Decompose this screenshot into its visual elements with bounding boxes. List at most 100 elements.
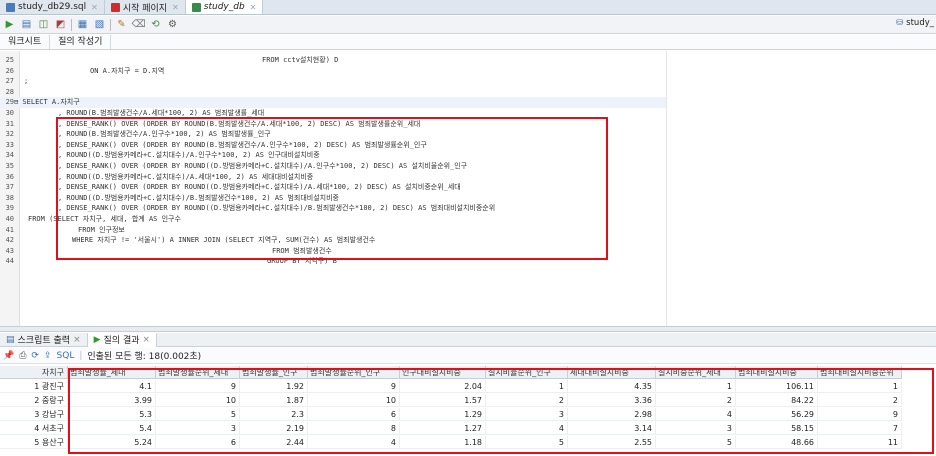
table-row[interactable]: 3 강남구 5.3 5 2.3 6 1.29 3 2.98 4 56.29 9 <box>0 408 936 421</box>
table-cell[interactable]: 2.19 <box>240 422 308 435</box>
table-cell[interactable]: 1.57 <box>400 394 486 407</box>
column-header[interactable]: 범죄대비설치비중순위 <box>818 366 902 379</box>
table-cell[interactable]: 4.35 <box>568 380 656 393</box>
close-icon[interactable]: ✕ <box>91 3 98 12</box>
tab-start-page[interactable]: 시작 페이지 ✕ <box>105 0 186 14</box>
table-cell[interactable]: 9 <box>818 408 902 421</box>
column-header[interactable]: 설치비율순위_인구 <box>486 366 568 379</box>
table-cell[interactable]: 8 <box>308 422 400 435</box>
table-cell[interactable]: 6 <box>156 436 240 449</box>
table-cell[interactable]: 4 <box>656 408 736 421</box>
close-icon[interactable]: × <box>143 335 151 345</box>
table-cell[interactable]: 7 <box>818 422 902 435</box>
column-header[interactable]: 세대대비설치비중 <box>568 366 656 379</box>
table-cell[interactable]: 3.14 <box>568 422 656 435</box>
table-cell[interactable]: 2.98 <box>568 408 656 421</box>
table-cell[interactable]: 2 <box>818 394 902 407</box>
close-icon[interactable]: ✕ <box>250 3 257 12</box>
code-line[interactable]: 42 WHERE 자치구 != '서울시') A INNER JOIN (SELE… <box>0 235 666 246</box>
code-line[interactable]: 34 , ROUND((D.방범용카메라+C.설치대수)/A.인구수*100, 2… <box>0 150 666 161</box>
table-cell[interactable]: 5 <box>156 408 240 421</box>
results-grid[interactable]: 자치구 범죄발생률_세대 범죄발생률순위_세대 범죄발생률_인구 범죄발생률순위_인구 인… <box>0 366 936 456</box>
connection-selector[interactable]: ⛁ study_ <box>896 18 934 28</box>
commit-icon[interactable]: ◫ <box>37 18 50 31</box>
table-cell[interactable]: 1.87 <box>240 394 308 407</box>
tab-query-result[interactable]: ▶ 질의 결과 × <box>87 332 158 347</box>
code-line[interactable]: 25 FROM cctv설치현황) D <box>0 55 666 66</box>
pin-icon[interactable]: 📌 <box>3 351 14 361</box>
table-cell[interactable]: 9 <box>308 380 400 393</box>
close-icon[interactable]: × <box>73 335 81 345</box>
table-cell-district[interactable]: 4 서초구 <box>0 422 68 435</box>
table-cell[interactable]: 2 <box>486 394 568 407</box>
table-cell-district[interactable]: 5 용산구 <box>0 436 68 449</box>
table-cell[interactable]: 5 <box>486 436 568 449</box>
table-row[interactable]: 1 광진구 4.1 9 1.92 9 2.04 1 4.35 1 106.11 1 <box>0 380 936 393</box>
column-header[interactable]: 범죄발생률순위_세대 <box>156 366 240 379</box>
column-header[interactable]: 자치구 <box>0 366 68 379</box>
table-cell[interactable]: 3.36 <box>568 394 656 407</box>
table-cell[interactable]: 2.55 <box>568 436 656 449</box>
table-cell[interactable]: 56.29 <box>736 408 818 421</box>
table-cell[interactable]: 1.18 <box>400 436 486 449</box>
table-cell[interactable]: 1 <box>486 380 568 393</box>
table-cell[interactable]: 5.24 <box>68 436 156 449</box>
rollback-icon[interactable]: ◩ <box>54 18 67 31</box>
table-cell[interactable]: 1 <box>818 380 902 393</box>
code-line[interactable]: 27; <box>0 76 666 87</box>
tab-script-output[interactable]: ▤ 스크립트 출력 × <box>0 332 88 347</box>
clear-icon[interactable]: ⌫ <box>131 18 145 31</box>
table-cell[interactable]: 84.22 <box>736 394 818 407</box>
table-cell[interactable]: 10 <box>156 394 240 407</box>
refresh-icon[interactable]: ⟳ <box>31 351 39 361</box>
run-statement-icon[interactable]: ▶ <box>3 18 16 31</box>
column-header[interactable]: 범죄발생률_세대 <box>68 366 156 379</box>
code-line[interactable]: 31 , DENSE_RANK() OVER (ORDER BY ROUND(B.… <box>0 119 666 130</box>
close-icon[interactable]: ✕ <box>172 3 179 12</box>
tab-study-db[interactable]: study_db ✕ <box>185 0 264 14</box>
code-line[interactable]: 44 GROUP BY 지역구) B <box>0 256 666 267</box>
pane-splitter[interactable] <box>0 326 936 332</box>
table-cell[interactable]: 1 <box>656 380 736 393</box>
table-cell[interactable]: 4.1 <box>68 380 156 393</box>
table-cell[interactable]: 10 <box>308 394 400 407</box>
format-icon[interactable]: ✎ <box>115 18 128 31</box>
tuning-icon[interactable]: ⚙ <box>166 18 179 31</box>
table-cell[interactable]: 4 <box>486 422 568 435</box>
code-line[interactable]: 26 ON A.자치구 = D.지역 <box>0 66 666 77</box>
table-cell[interactable]: 3 <box>486 408 568 421</box>
table-cell[interactable]: 2.3 <box>240 408 308 421</box>
table-cell[interactable]: 3.99 <box>68 394 156 407</box>
table-cell[interactable]: 2.04 <box>400 380 486 393</box>
code-line[interactable]: 41 FROM 인구정보 <box>0 225 666 236</box>
table-cell[interactable]: 4 <box>308 436 400 449</box>
code-line[interactable]: 33 , DENSE_RANK() OVER (ORDER BY ROUND(B.… <box>0 140 666 151</box>
export-icon[interactable]: ⇪ <box>44 351 52 361</box>
table-cell-district[interactable]: 3 강남구 <box>0 408 68 421</box>
tab-query-builder[interactable]: 질의 작성기 <box>50 35 112 49</box>
sql-button[interactable]: SQL <box>57 351 75 361</box>
table-row[interactable]: 2 중랑구 3.99 10 1.87 10 1.57 2 3.36 2 84.22 2 <box>0 394 936 407</box>
table-cell[interactable]: 5.3 <box>68 408 156 421</box>
tab-study-db29-sql[interactable]: study_db29.sql ✕ <box>0 0 105 14</box>
code-line[interactable]: 32 , ROUND(B.범죄발생건수/A.인구수*100, 2) AS 범죄발생… <box>0 129 666 140</box>
code-line[interactable]: 40 FROM (SELECT 자치구, 세대, 합계 AS 인구수 <box>0 214 666 225</box>
column-header[interactable]: 인구대비설치비중 <box>400 366 486 379</box>
column-header[interactable]: 범죄발생률순위_인구 <box>308 366 400 379</box>
run-script-icon[interactable]: ▤ <box>20 18 33 31</box>
table-cell-district[interactable]: 1 광진구 <box>0 380 68 393</box>
sql-editor[interactable]: 25 FROM cctv설치현황) D 26 ON A.자치구 = D.지역 27; 28… <box>0 51 936 326</box>
table-cell[interactable]: 3 <box>156 422 240 435</box>
code-line[interactable]: 29 ⊟ SELECT A.자치구 <box>0 97 666 109</box>
code-line[interactable]: 37 , DENSE_RANK() OVER (ORDER BY ROUND((D… <box>0 182 666 193</box>
print-icon[interactable]: ⎙ <box>19 351 26 361</box>
code-line[interactable]: 43 FROM 범죄발생건수 <box>0 246 666 257</box>
history-icon[interactable]: ⟲ <box>149 18 162 31</box>
column-header[interactable]: 범죄대비설치비중 <box>736 366 818 379</box>
column-header[interactable]: 설치비중순위_세대 <box>656 366 736 379</box>
code-line[interactable]: 36 , ROUND((D.방범용카메라+C.설치대수)/A.세대*100, 2)… <box>0 172 666 183</box>
table-cell[interactable]: 5 <box>656 436 736 449</box>
code-line[interactable]: 30 , ROUND(B.범죄발생건수/A.세대*100, 2) AS 범죄발생률… <box>0 108 666 119</box>
table-cell[interactable]: 2.44 <box>240 436 308 449</box>
table-cell[interactable]: 2 <box>656 394 736 407</box>
